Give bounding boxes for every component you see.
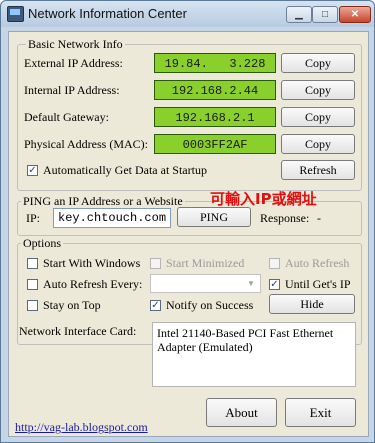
window-title: Network Information Center (28, 6, 187, 21)
basic-group-legend: Basic Network Info (26, 37, 125, 51)
website-link[interactable]: http://vag-lab.blogspot.com (15, 420, 148, 435)
nic-description-box: Intel 21140-Based PCI Fast Ethernet Adap… (152, 322, 356, 387)
refresh-button[interactable]: Refresh (281, 160, 355, 180)
minimize-button[interactable]: ▁ (286, 6, 312, 23)
until-gets-ip-checkbox[interactable]: ✓ (269, 279, 280, 290)
response-value: - (317, 211, 321, 225)
internal-ip-field: 192.168.2.44 (154, 80, 276, 100)
exit-button[interactable]: Exit (285, 398, 356, 427)
stay-on-top-label: Stay on Top (43, 298, 101, 312)
external-ip-label: External IP Address: (24, 56, 123, 70)
start-with-windows-checkbox[interactable] (27, 258, 38, 269)
auto-refresh-every-label: Auto Refresh Every: (43, 277, 143, 291)
chevron-down-icon: ▼ (247, 279, 255, 288)
ping-button[interactable]: PING (177, 207, 251, 227)
copy-gateway-button[interactable]: Copy (281, 107, 355, 127)
start-with-windows-label: Start With Windows (43, 256, 141, 270)
ip-label: IP: (26, 211, 41, 225)
options-group-legend: Options (21, 236, 64, 250)
nic-label: Network Interface Card: (19, 324, 137, 338)
mac-address-label: Physical Address (MAC): (24, 137, 148, 151)
copy-external-ip-button[interactable]: Copy (281, 53, 355, 73)
network-app-icon (7, 6, 24, 22)
maximize-button[interactable]: □ (312, 6, 338, 23)
ping-target-input[interactable]: key.chtouch.com (53, 208, 171, 228)
auto-refresh-every-checkbox[interactable] (27, 279, 38, 290)
internal-ip-label: Internal IP Address: (24, 83, 120, 97)
response-label: Response: (260, 211, 310, 225)
stay-on-top-checkbox[interactable] (27, 300, 38, 311)
until-gets-ip-label: Until Get's IP (285, 277, 351, 291)
mac-address-field: 0003FF2AF (154, 134, 276, 154)
hide-button[interactable]: Hide (269, 294, 355, 314)
ping-annotation: 可輸入IP或網址 (210, 190, 317, 208)
start-minimized-label: Start Minimized (166, 256, 245, 270)
app-window: Network Information Center ▁ □ ✕ Basic N… (0, 0, 375, 443)
auto-refresh-label: Auto Refresh (285, 256, 350, 270)
notify-on-success-label: Notify on Success (166, 298, 254, 312)
notify-on-success-checkbox[interactable]: ✓ (150, 300, 161, 311)
client-area: Basic Network Info External IP Address: … (8, 31, 369, 437)
default-gateway-label: Default Gateway: (24, 110, 109, 124)
auto-refresh-interval-select[interactable]: ▼ (150, 274, 261, 293)
ping-group-legend: PING an IP Address or a Website (21, 194, 185, 208)
copy-mac-button[interactable]: Copy (281, 134, 355, 154)
auto-get-checkbox[interactable]: ✓ (27, 165, 38, 176)
close-button[interactable]: ✕ (339, 6, 371, 23)
default-gateway-field: 192.168.2.1 (154, 107, 276, 127)
external-ip-field: 19.84. 3.228 (154, 53, 276, 73)
auto-refresh-checkbox (269, 258, 280, 269)
auto-get-label: Automatically Get Data at Startup (43, 163, 207, 177)
title-bar[interactable]: Network Information Center ▁ □ ✕ (1, 1, 374, 27)
copy-internal-ip-button[interactable]: Copy (281, 80, 355, 100)
start-minimized-checkbox (150, 258, 161, 269)
about-button[interactable]: About (206, 398, 277, 427)
